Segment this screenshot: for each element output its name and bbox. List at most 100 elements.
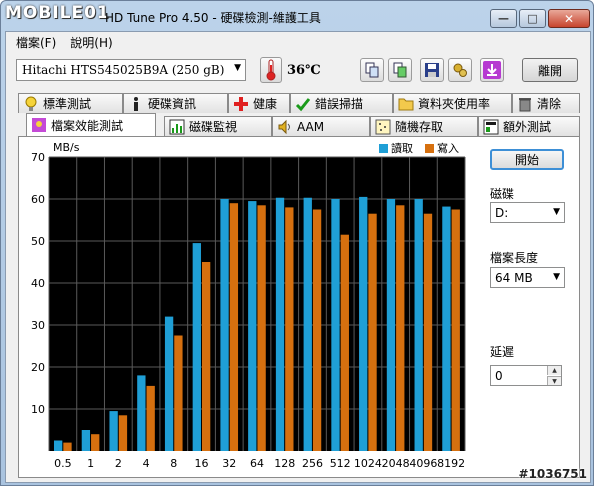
options-button[interactable] xyxy=(448,58,472,82)
write-bar xyxy=(285,207,294,451)
temperature-button[interactable] xyxy=(260,57,282,83)
y-tick-label: 60 xyxy=(31,193,45,206)
download-button[interactable] xyxy=(480,58,504,82)
copy-text-button[interactable] xyxy=(360,58,384,82)
disk-select[interactable]: D: ▼ xyxy=(490,202,565,223)
x-tick-label: 4 xyxy=(143,457,150,470)
health-cross-icon xyxy=(233,96,249,112)
x-tick-label: 2 xyxy=(115,457,122,470)
read-bar xyxy=(109,411,118,451)
read-bar xyxy=(137,375,146,451)
screenshot-icon xyxy=(393,62,407,78)
tab-label: 清除 xyxy=(537,97,562,111)
start-button[interactable]: 開始 xyxy=(490,149,564,170)
tab-label: 硬碟資訊 xyxy=(148,97,197,111)
chevron-down-icon: ▼ xyxy=(553,207,560,217)
tab-panel-file-benchmark: 10 20 30 40 50 60 70 MB/s 0.5 1 2 4 8 16 32 64 128 256 512… xyxy=(18,136,580,478)
write-bar xyxy=(368,213,377,451)
x-tick-label: 4096 xyxy=(409,457,437,470)
y-axis-label: MB/s xyxy=(53,141,80,154)
download-arrow-icon xyxy=(483,61,501,79)
legend-read-label: 讀取 xyxy=(391,141,413,155)
read-bar xyxy=(53,440,63,451)
x-tick-label: 8 xyxy=(170,457,177,470)
write-bar xyxy=(229,203,239,451)
delay-value: 0 xyxy=(495,369,503,383)
tab-file-benchmark[interactable]: 檔案效能測試 xyxy=(26,113,156,136)
x-tick-label: 32 xyxy=(222,457,236,470)
maximize-icon: □ xyxy=(527,12,538,25)
tab-random-access[interactable]: 隨機存取 xyxy=(370,116,478,136)
read-bar xyxy=(81,430,91,451)
read-bar xyxy=(331,199,340,451)
floppy-icon xyxy=(425,63,439,77)
copy-screenshot-button[interactable] xyxy=(388,58,412,82)
read-bar xyxy=(275,197,285,451)
bulb-icon xyxy=(23,96,39,112)
tab-extra-tests[interactable]: 額外測試 xyxy=(478,116,580,136)
delay-spinner[interactable]: 0 ▲ ▼ xyxy=(490,365,562,386)
tab-error-scan[interactable]: 錯誤掃描 xyxy=(290,93,393,113)
tab-disk-monitor[interactable]: 磁碟監視 xyxy=(164,116,272,136)
disk-label: 磁碟 xyxy=(490,187,515,201)
read-bar xyxy=(303,197,312,451)
tab-benchmark[interactable]: 標準測試 xyxy=(18,93,123,113)
write-bar xyxy=(201,262,211,451)
menu-file[interactable]: 檔案(F) xyxy=(16,34,56,51)
benchmark-chart: 10 20 30 40 50 60 70 MB/s 0.5 1 2 4 8 16 32 64 128 256 512… xyxy=(31,141,466,470)
write-bar xyxy=(174,335,183,451)
y-tick-label: 70 xyxy=(31,151,45,164)
maximize-button[interactable]: □ xyxy=(519,9,546,28)
x-tick-label: 1 xyxy=(87,457,94,470)
tab-strip: 標準測試 硬碟資訊 健康 錯誤掃描 資料夾使用率 清除 檔案效能測試 磁碟監視 … xyxy=(18,93,580,139)
y-tick-label: 30 xyxy=(31,319,45,332)
x-tick-label: 16 xyxy=(195,457,209,470)
extra-tests-icon xyxy=(483,119,499,135)
write-bar xyxy=(396,205,405,451)
chevron-down-icon: ▼ xyxy=(234,63,241,73)
tab-folder-usage[interactable]: 資料夾使用率 xyxy=(393,93,512,113)
read-bar xyxy=(164,316,174,451)
minimize-button[interactable]: — xyxy=(490,9,517,28)
legend-write-swatch xyxy=(425,144,434,153)
tab-info[interactable]: 硬碟資訊 xyxy=(123,93,228,113)
save-button[interactable] xyxy=(420,58,444,82)
copy-icon xyxy=(365,62,379,78)
tab-aam[interactable]: AAM xyxy=(272,116,370,136)
drive-select[interactable]: Hitachi HTS545025B9A (250 gB) ▼ xyxy=(16,59,246,81)
tab-label: 錯誤掃描 xyxy=(315,97,364,111)
menu-help[interactable]: 說明(H) xyxy=(70,34,112,51)
scan-icon xyxy=(295,96,311,112)
y-tick-label: 20 xyxy=(31,361,45,374)
file-length-select[interactable]: 64 MB ▼ xyxy=(490,267,565,288)
minimize-icon: — xyxy=(498,12,509,25)
tab-erase[interactable]: 清除 xyxy=(512,93,580,113)
write-bar xyxy=(340,234,349,451)
read-bar xyxy=(220,199,229,451)
spin-down-icon[interactable]: ▼ xyxy=(547,376,561,385)
read-bar xyxy=(386,199,396,451)
delay-label: 延遲 xyxy=(490,345,515,359)
read-bar xyxy=(192,243,201,451)
tab-label: 資料夾使用率 xyxy=(418,97,491,111)
tab-health[interactable]: 健康 xyxy=(228,93,290,113)
x-tick-label: 128 xyxy=(274,457,295,470)
app-window: MOBILE01 HD Tune Pro 4.50 - 硬碟檢測-維護工具 — … xyxy=(0,0,594,486)
read-bar xyxy=(414,199,423,451)
options-icon xyxy=(453,63,467,77)
write-bar xyxy=(91,434,100,451)
write-bar xyxy=(451,209,460,451)
spin-up-icon[interactable]: ▲ xyxy=(547,366,561,375)
watermark-logo: MOBILE01 xyxy=(5,3,110,23)
toolbar: Hitachi HTS545025B9A (250 gB) ▼ 36℃ 離開 xyxy=(6,53,590,89)
window-title: HD Tune Pro 4.50 - 硬碟檢測-維護工具 xyxy=(105,11,321,25)
drive-select-value: Hitachi HTS545025B9A (250 gB) xyxy=(22,63,225,77)
write-bar xyxy=(63,442,72,451)
tab-label: AAM xyxy=(297,119,325,134)
exit-button[interactable]: 離開 xyxy=(522,58,578,82)
close-button[interactable]: ✕ xyxy=(548,9,590,28)
title-bar[interactable]: MOBILE01 HD Tune Pro 4.50 - 硬碟檢測-維護工具 — … xyxy=(1,1,593,31)
x-tick-label: 0.5 xyxy=(54,457,72,470)
read-bar xyxy=(248,201,257,451)
x-tick-label: 256 xyxy=(302,457,323,470)
